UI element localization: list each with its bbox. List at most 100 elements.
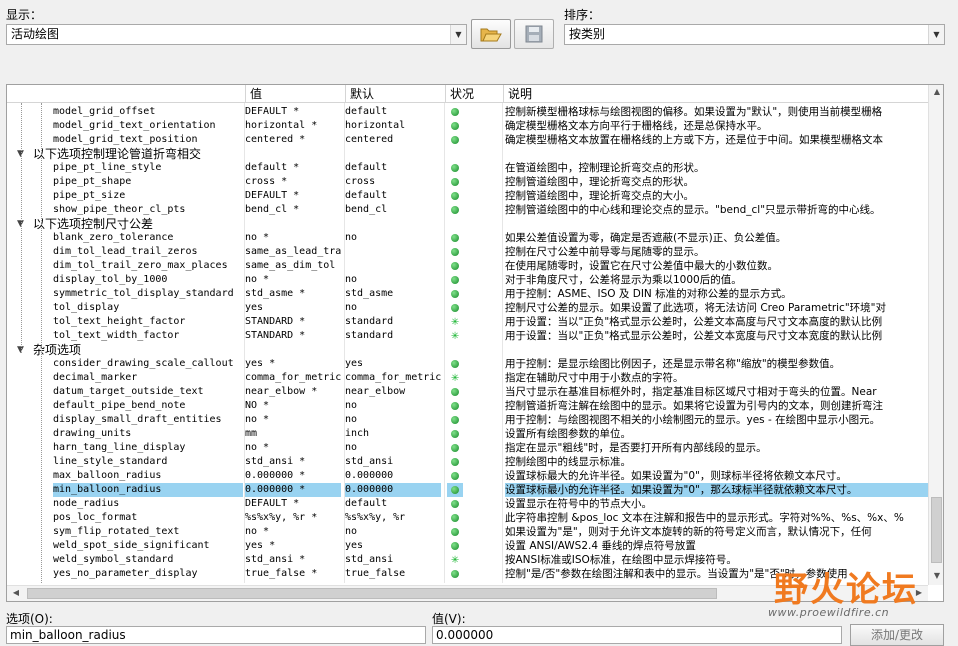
header-value[interactable]: 值 — [245, 85, 345, 103]
option-default: yes — [345, 540, 364, 551]
option-name: default_pipe_bend_note — [53, 400, 186, 411]
table-row[interactable]: dim_tol_lead_trail_zeros same_as_lead_tra… — [7, 245, 928, 259]
option-default: no — [345, 400, 358, 411]
option-value: NO * — [245, 400, 270, 411]
table-row[interactable]: min_balloon_radius 0.000000 * 0.000000 设置球标… — [7, 483, 928, 497]
option-default: horizontal — [345, 120, 406, 131]
option-name: weld_spot_side_significant — [53, 540, 210, 551]
option-default: bend_cl — [345, 204, 388, 215]
header-name[interactable] — [7, 85, 245, 103]
display-combo[interactable]: 活动绘图 ▼ — [6, 24, 467, 45]
sort-combo[interactable]: 按类别 ▼ — [564, 24, 945, 45]
option-name: show_pipe_theor_cl_pts — [53, 204, 186, 215]
section-row[interactable]: ▼ 以下选项控制理论管道折弯相交 — [7, 147, 928, 161]
table-row[interactable]: symmetric_tol_display_standard std_asme *… — [7, 287, 928, 301]
option-name: pipe_pt_line_style — [53, 162, 162, 173]
option-default — [345, 245, 441, 259]
table-row[interactable]: pipe_pt_size DEFAULT * default 控制管道绘图中，理论折弯… — [7, 189, 928, 203]
option-value: DEFAULT * — [245, 106, 300, 117]
scroll-left-icon[interactable]: ◀ — [9, 588, 23, 597]
option-name: datum_target_outside_text — [53, 386, 204, 397]
sort-combo-value: 按类别 — [569, 27, 606, 41]
vertical-scroll-thumb[interactable] — [931, 497, 942, 563]
option-default: no — [345, 302, 358, 313]
status-dot-icon — [447, 511, 463, 525]
status-dot-icon — [447, 357, 463, 371]
add-change-button[interactable]: 添加/更改 — [850, 624, 944, 646]
option-name: drawing_units — [53, 428, 132, 439]
table-row[interactable]: dim_tol_trail_zero_max_places same_as_dim… — [7, 259, 928, 273]
table-row[interactable]: pipe_pt_line_style default * default 在管道绘图中… — [7, 161, 928, 175]
table-row[interactable]: weld_spot_side_significant yes * yes 设置 ANS… — [7, 539, 928, 553]
option-description: 当尺寸显示在基准目标框外时，指定基准目标区域尺寸相对于弯头的位置。Near — [505, 386, 877, 398]
status-dot-icon — [447, 539, 463, 553]
table-row[interactable]: datum_target_outside_text near_elbow * nea… — [7, 385, 928, 399]
table-row[interactable]: display_small_draft_entities no * no 用于控制：与… — [7, 413, 928, 427]
chevron-down-icon[interactable]: ▼ — [450, 25, 466, 44]
table-row[interactable]: drawing_units mm inch 设置所有绘图参数的单位。 — [7, 427, 928, 441]
table-row[interactable]: blank_zero_tolerance no * no 如果公差值设置为零，确定是否… — [7, 231, 928, 245]
table-row[interactable]: display_tol_by_1000 no * no 对于非角度尺寸，公差将显示为乘… — [7, 273, 928, 287]
option-description: 确定模型栅格文本放置在栅格线的上方或下方，还是位于中间。如果模型栅格文本 — [505, 134, 883, 146]
table-row[interactable]: tol_text_height_factor STANDARD * standard… — [7, 315, 928, 329]
option-default: no — [345, 232, 358, 243]
option-name: model_grid_text_orientation — [53, 120, 216, 131]
scroll-down-icon[interactable]: ▼ — [930, 571, 943, 580]
header-status[interactable]: 状况 — [445, 85, 503, 103]
option-default: default — [345, 498, 388, 509]
option-input[interactable]: min_balloon_radius — [6, 626, 426, 644]
option-value: std_ansi * — [245, 456, 306, 467]
section-row[interactable]: ▼ 以下选项控制尺寸公差 — [7, 217, 928, 231]
option-name: yes_no_parameter_display — [53, 568, 198, 579]
vertical-scrollbar[interactable]: ▲ ▼ — [928, 85, 943, 585]
option-name: consider_drawing_scale_callout — [53, 358, 234, 369]
table-row[interactable]: pipe_pt_shape cross * cross 控制管道绘图中，理论折弯交点的… — [7, 175, 928, 189]
horizontal-scrollbar[interactable]: ◀ ▶ — [7, 585, 928, 601]
horizontal-scroll-thumb[interactable] — [27, 588, 717, 599]
header-default[interactable]: 默认 — [345, 85, 445, 103]
status-dot-icon — [447, 231, 463, 245]
option-description: 确定模型栅格文本方向平行于栅格线，还是总保持水平。 — [505, 120, 768, 132]
option-description: 在使用尾随零时，设置它在尺寸公差值中最大的小数位数。 — [505, 260, 778, 272]
table-row[interactable]: yes_no_parameter_display true_false * true… — [7, 567, 928, 581]
option-name: weld_symbol_standard — [53, 554, 174, 565]
save-button[interactable] — [514, 19, 554, 49]
option-name: tol_text_width_factor — [53, 330, 180, 341]
table-row[interactable]: model_grid_offset DEFAULT * default 控制新模型栅格… — [7, 105, 928, 119]
option-default: no — [345, 414, 358, 425]
option-name: sym_flip_rotated_text — [53, 526, 180, 537]
table-row[interactable]: harn_tang_line_display no * no 指定在显示"粗线"时，是… — [7, 441, 928, 455]
table-row[interactable]: show_pipe_theor_cl_pts bend_cl * bend_cl 控制… — [7, 203, 928, 217]
table-row[interactable]: decimal_marker comma_for_metric comma_for_… — [7, 371, 928, 385]
table-row[interactable]: node_radius DEFAULT * default 设置显示在符号中的节点大小… — [7, 497, 928, 511]
section-row[interactable]: ▼ 杂项选项 — [7, 343, 928, 357]
table-row[interactable]: line_style_standard std_ansi * std_ansi 控制绘… — [7, 455, 928, 469]
table-row[interactable]: consider_drawing_scale_callout yes * yes 用于… — [7, 357, 928, 371]
status-dot-icon — [447, 287, 463, 301]
option-value: 0.000000 * — [245, 470, 306, 481]
table-row[interactable]: model_grid_text_position centered * center… — [7, 133, 928, 147]
table-row[interactable]: weld_symbol_standard std_ansi * std_ansi ✳ 按… — [7, 553, 928, 567]
table-row[interactable]: max_balloon_radius 0.000000 * 0.000000 设置球标… — [7, 469, 928, 483]
option-value: comma_for_metric — [245, 372, 341, 383]
status-star-icon: ✳ — [451, 329, 459, 343]
option-name: harn_tang_line_display — [53, 442, 186, 453]
table-row[interactable]: model_grid_text_orientation horizontal * h… — [7, 119, 928, 133]
table-row[interactable]: tol_text_width_factor STANDARD * standard ✳… — [7, 329, 928, 343]
scroll-right-icon[interactable]: ▶ — [912, 588, 926, 597]
option-name: pipe_pt_size — [53, 190, 126, 201]
scroll-up-icon[interactable]: ▲ — [930, 87, 943, 96]
option-name: min_balloon_radius — [53, 483, 243, 497]
option-default: comma_for_metric — [345, 372, 441, 383]
value-input[interactable]: 0.000000 — [432, 626, 842, 644]
table-row[interactable]: tol_display yes no 控制尺寸公差的显示。如果设置了此选项，将无法访问… — [7, 301, 928, 315]
chevron-down-icon[interactable]: ▼ — [928, 25, 944, 44]
open-button[interactable] — [471, 19, 511, 49]
table-row[interactable]: pos_loc_format %s%x%y, %r * %s%x%y, %r 此字符串… — [7, 511, 928, 525]
options-table[interactable]: 值 默认 状况 说明 model_grid_offset DEFAULT * def… — [6, 84, 944, 602]
option-description: 设置显示在符号中的节点大小。 — [505, 498, 652, 510]
header-description[interactable]: 说明 — [503, 85, 928, 103]
option-value: STANDARD * — [245, 330, 306, 341]
table-row[interactable]: default_pipe_bend_note NO * no 控制管道折弯注解在绘图中… — [7, 399, 928, 413]
table-row[interactable]: sym_flip_rotated_text no * no 如果设置为"是"，则对于允… — [7, 525, 928, 539]
